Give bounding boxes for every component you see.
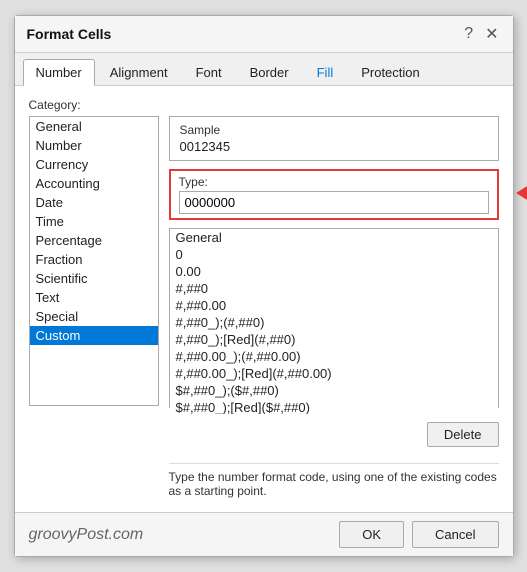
arrow-head-icon [516, 183, 527, 203]
bottom-bar: groovyPost.com OK Cancel [15, 512, 513, 556]
format-item-hsh##0[interactable]: #,##0 [170, 280, 498, 297]
sample-value: 0012345 [180, 139, 488, 154]
tab-alignment[interactable]: Alignment [97, 59, 181, 85]
tab-protection[interactable]: Protection [348, 59, 433, 85]
bottom-buttons: OK Cancel [339, 521, 498, 548]
help-button[interactable]: ? [462, 25, 475, 43]
format-item-dollar_1[interactable]: $#,##0_);($#,##0) [170, 382, 498, 399]
title-bar: Format Cells ? ✕ [15, 16, 513, 53]
main-area: General Number Currency Accounting Date … [29, 116, 499, 500]
brand-label: groovyPost.com [29, 526, 144, 544]
dialog-content: Category: General Number Currency Accoun… [15, 86, 513, 512]
category-percentage[interactable]: Percentage [30, 231, 158, 250]
type-input[interactable] [179, 191, 489, 214]
format-item-0.00[interactable]: 0.00 [170, 263, 498, 280]
tab-border[interactable]: Border [237, 59, 302, 85]
category-list-container: General Number Currency Accounting Date … [29, 116, 159, 500]
category-special[interactable]: Special [30, 307, 158, 326]
sample-label: Sample [180, 123, 488, 137]
category-currency[interactable]: Currency [30, 155, 158, 174]
category-scientific[interactable]: Scientific [30, 269, 158, 288]
dialog-title: Format Cells [27, 26, 112, 42]
format-list-wrapper: General 0 0.00 #,##0 #,##0.00 #,##0_);(#… [169, 228, 499, 408]
format-item-hsh##0.00[interactable]: #,##0.00 [170, 297, 498, 314]
sample-section: Sample 0012345 [169, 116, 499, 161]
format-item-hsh##0.00_red[interactable]: #,##0.00_);[Red](#,##0.00) [170, 365, 498, 382]
format-item-hsh##0_1[interactable]: #,##0_);(#,##0) [170, 314, 498, 331]
tab-bar: Number Alignment Font Border Fill Protec… [15, 53, 513, 86]
title-bar-controls: ? ✕ [462, 24, 500, 44]
red-arrow [516, 183, 527, 203]
category-text[interactable]: Text [30, 288, 158, 307]
right-panel: Sample 0012345 Type: [169, 116, 499, 500]
format-item-general[interactable]: General [170, 229, 498, 246]
tab-fill[interactable]: Fill [304, 59, 347, 85]
category-number[interactable]: Number [30, 136, 158, 155]
description-text: Type the number format code, using one o… [169, 463, 499, 500]
category-date[interactable]: Date [30, 193, 158, 212]
category-general[interactable]: General [30, 117, 158, 136]
delete-button[interactable]: Delete [427, 422, 499, 447]
type-section: Type: [169, 169, 499, 220]
tab-number[interactable]: Number [23, 59, 95, 86]
type-label: Type: [179, 175, 489, 189]
format-item-dollar_red[interactable]: $#,##0_);[Red]($#,##0) [170, 399, 498, 414]
format-item-hsh##0_red[interactable]: #,##0_);[Red](#,##0) [170, 331, 498, 348]
category-custom[interactable]: Custom [30, 326, 158, 345]
format-item-0[interactable]: 0 [170, 246, 498, 263]
ok-button[interactable]: OK [339, 521, 404, 548]
tab-font[interactable]: Font [183, 59, 235, 85]
category-time[interactable]: Time [30, 212, 158, 231]
category-accounting[interactable]: Accounting [30, 174, 158, 193]
format-item-hsh##0.00_1[interactable]: #,##0.00_);(#,##0.00) [170, 348, 498, 365]
delete-row: Delete [169, 416, 499, 451]
category-fraction[interactable]: Fraction [30, 250, 158, 269]
cancel-button[interactable]: Cancel [412, 521, 498, 548]
category-label: Category: [29, 98, 499, 112]
type-box: Type: [169, 169, 499, 220]
format-cells-dialog: Format Cells ? ✕ Number Alignment Font B… [14, 15, 514, 557]
close-button[interactable]: ✕ [483, 24, 500, 44]
format-list[interactable]: General 0 0.00 #,##0 #,##0.00 #,##0_);(#… [170, 229, 498, 414]
category-list[interactable]: General Number Currency Accounting Date … [29, 116, 159, 406]
